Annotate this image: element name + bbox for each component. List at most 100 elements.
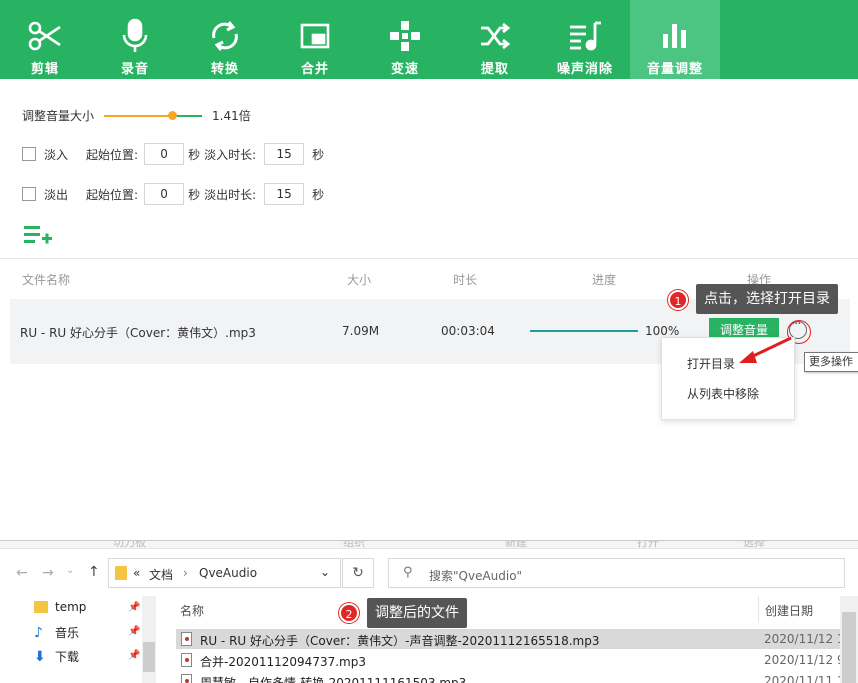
nav-item-temp[interactable]: temp	[34, 600, 86, 614]
audio-file-icon	[181, 674, 192, 683]
microphone-icon	[115, 17, 155, 55]
fade-in-start-label: 起始位置:	[86, 147, 139, 162]
nav-item-music[interactable]: ♪ 音乐	[34, 624, 79, 641]
refresh-icon	[205, 17, 245, 55]
fade-in-start-input[interactable]: 0	[144, 143, 185, 165]
tool-merge[interactable]: 合并	[270, 0, 360, 79]
tool-volume[interactable]: 音量调整	[630, 0, 720, 79]
list-item[interactable]: 周慧敏 - 自作多情-转换-20201111161503.mp3 2020/11…	[176, 671, 845, 683]
folder-icon	[34, 601, 48, 613]
file-name: 合并-20201112094737.mp3	[200, 655, 366, 669]
list-item[interactable]: 合并-20201112094737.mp3 2020/11/12 9	[176, 650, 845, 670]
address-prefix: «	[133, 566, 141, 580]
menu-remove-from-list[interactable]: 从列表中移除	[687, 385, 759, 402]
search-icon: ⚲	[403, 565, 413, 580]
tool-speed-label: 变速	[390, 62, 419, 77]
row-duration: 00:03:04	[441, 324, 495, 338]
row-progress-value: 100%	[645, 324, 680, 338]
address-seg-documents[interactable]: 文档	[149, 566, 173, 583]
file-explorer-window: 切刀板 组织 新建 打开 选择 ← → ⌄ ↑ « 文档 › QveAudio …	[0, 540, 858, 683]
up-icon[interactable]: ↑	[88, 564, 100, 580]
volume-row: 调整音量大小 1.41倍	[22, 107, 251, 124]
tool-speed[interactable]: 变速	[360, 0, 450, 79]
list-item[interactable]: RU - RU 好心分手（Cover：黄伟文）-声音调整-20201112165…	[176, 629, 845, 649]
fade-in-checkbox[interactable]	[22, 147, 36, 161]
callout-1: 点击，选择打开目录	[696, 284, 838, 314]
address-separator: ›	[183, 566, 188, 580]
shuffle-icon	[475, 17, 515, 55]
noise-icon	[565, 17, 605, 55]
pin-icon: 📌	[128, 602, 141, 613]
fade-in-label: 淡入	[44, 147, 69, 162]
file-date: 2020/11/12 9	[764, 653, 845, 667]
tool-record[interactable]: 录音	[90, 0, 180, 79]
file-date: 2020/11/11 1	[764, 674, 845, 683]
callout-badge-1: 1	[668, 290, 688, 310]
folder-icon	[115, 566, 127, 580]
tool-noise[interactable]: 噪声消除	[540, 0, 630, 79]
volume-label: 调整音量大小	[22, 109, 95, 123]
fade-out-start-label: 起始位置:	[86, 187, 139, 202]
file-name: RU - RU 好心分手（Cover：黄伟文）-声音调整-20201112165…	[200, 634, 600, 648]
file-scroll-thumb[interactable]	[842, 612, 856, 683]
column-name[interactable]: 名称	[180, 602, 204, 619]
menu-open-directory[interactable]: 打开目录	[687, 355, 735, 372]
search-box[interactable]: ⚲ 搜索"QveAudio"	[388, 558, 845, 588]
fade-in-duration-input[interactable]: 15	[264, 143, 305, 165]
audio-file-icon	[181, 632, 192, 646]
ribbon-open: 打开	[637, 540, 659, 549]
forward-icon[interactable]: →	[42, 565, 54, 581]
nav-item-label: 下载	[55, 650, 80, 664]
fade-out-label: 淡出	[44, 187, 69, 202]
fade-out-duration-input[interactable]: 15	[264, 183, 305, 205]
audio-file-icon	[181, 653, 192, 667]
volume-slider-knob[interactable]	[168, 110, 178, 120]
back-icon[interactable]: ←	[16, 565, 28, 581]
tool-cut-label: 剪辑	[30, 62, 59, 77]
fade-out-start-unit: 秒	[188, 187, 201, 202]
nav-item-downloads[interactable]: ⬇ 下载	[34, 648, 79, 665]
fade-in-duration-unit: 秒	[312, 147, 325, 162]
tool-noise-label: 噪声消除	[556, 62, 613, 77]
volume-value: 1.41倍	[212, 109, 251, 123]
row-progress-bar	[530, 330, 638, 332]
nav-item-label: temp	[55, 600, 87, 614]
ribbon-new: 新建	[505, 540, 527, 549]
tool-convert-label: 转换	[210, 62, 239, 77]
callout-arrow-icon	[739, 336, 792, 363]
fade-out-start-input[interactable]: 0	[144, 183, 185, 205]
main-toolbar: 剪辑 录音 转换 合并 变速 提取 噪声消除 音量调整	[0, 0, 858, 79]
refresh-icon[interactable]: ↻	[342, 558, 374, 588]
nav-scroll-thumb[interactable]	[143, 642, 155, 672]
file-name: 周慧敏 - 自作多情-转换-20201111161503.mp3	[200, 676, 467, 683]
address-dropdown-icon[interactable]: ⌄	[320, 565, 330, 579]
volume-slider[interactable]	[104, 110, 203, 120]
ribbon-select: 选择	[743, 540, 765, 549]
navigation-pane: temp 📌 ♪ 音乐 📌 ⬇ 下载 📌	[0, 596, 160, 683]
tool-convert[interactable]: 转换	[180, 0, 270, 79]
fade-out-row: 淡出 起始位置: 0 秒 淡出时长: 15 秒	[22, 183, 324, 205]
history-chevron-icon[interactable]: ⌄	[66, 565, 74, 576]
tool-extract[interactable]: 提取	[450, 0, 540, 79]
column-date[interactable]: 创建日期	[765, 602, 813, 619]
fade-out-checkbox[interactable]	[22, 187, 36, 201]
fade-out-duration-label: 淡出时长:	[204, 187, 257, 202]
nav-pane-scrollbar[interactable]	[142, 596, 156, 683]
file-list-scrollbar[interactable]	[840, 596, 858, 683]
address-bar[interactable]: « 文档 › QveAudio ⌄	[108, 558, 341, 588]
column-separator[interactable]	[758, 596, 759, 623]
file-date: 2020/11/12 1	[764, 632, 845, 646]
tool-volume-label: 音量调整	[646, 62, 703, 77]
header-duration: 时长	[453, 273, 478, 287]
more-options-tooltip: 更多操作	[804, 352, 858, 372]
speed-icon	[385, 17, 425, 55]
scissors-icon	[25, 17, 65, 55]
volume-bars-icon	[655, 17, 695, 55]
header-filename: 文件名称	[22, 273, 71, 287]
tool-cut[interactable]: 剪辑	[0, 0, 90, 79]
callout-badge-2: 2	[339, 603, 359, 623]
search-placeholder: 搜索"QveAudio"	[429, 569, 523, 583]
ribbon-organize: 组织	[343, 540, 365, 549]
address-seg-qveaudio[interactable]: QveAudio	[199, 566, 257, 580]
add-file-icon[interactable]	[24, 224, 52, 246]
